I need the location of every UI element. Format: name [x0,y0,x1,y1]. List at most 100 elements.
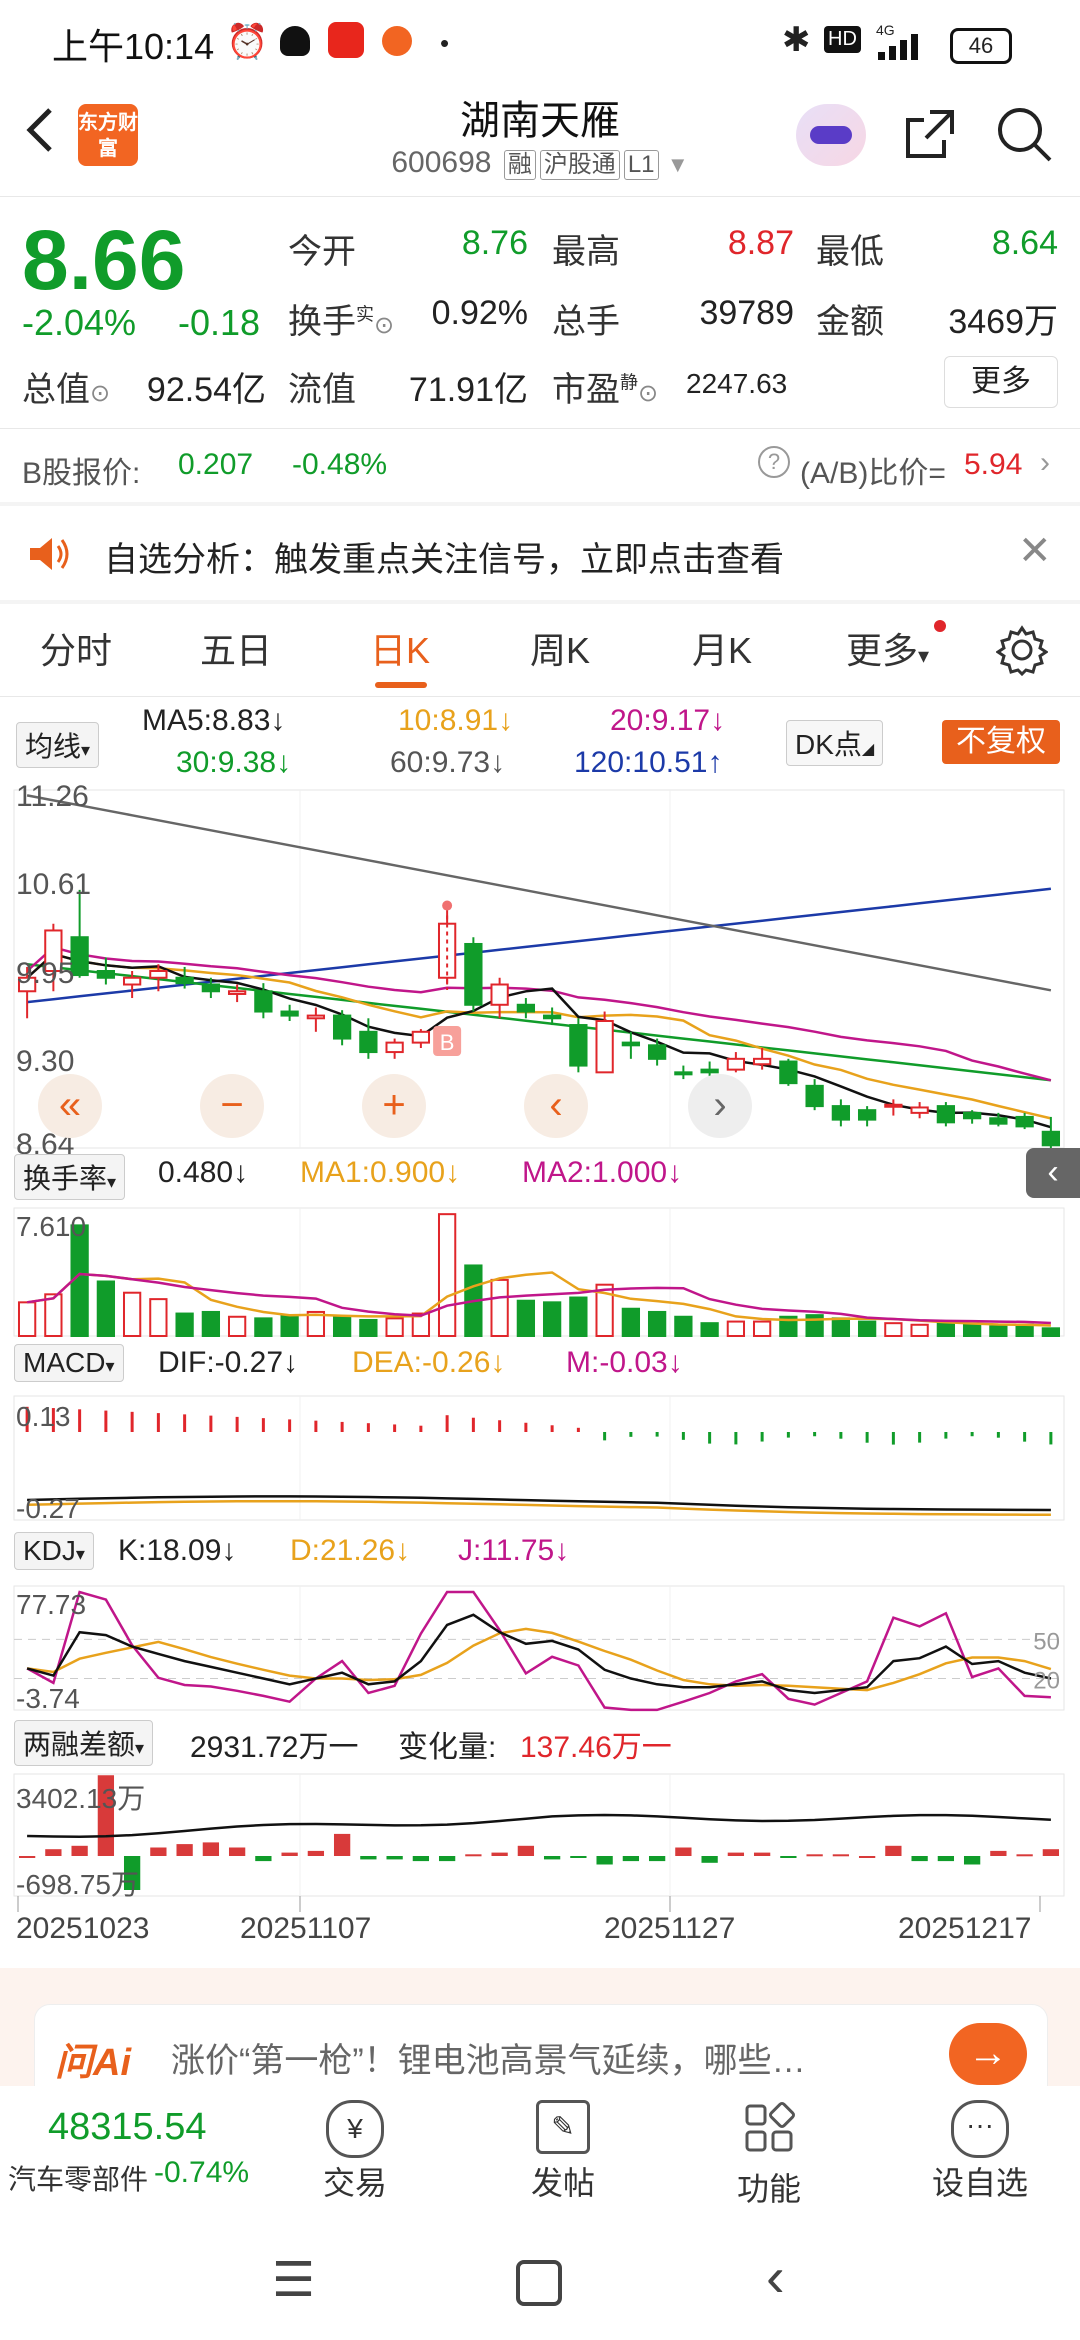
candle-body [884,1103,903,1108]
candle-body [542,1014,562,1020]
turnover-bar [44,1293,63,1337]
scroll-start-button[interactable]: « [38,1074,102,1138]
close-icon[interactable]: ✕ [1018,528,1052,574]
tab-weekly-k[interactable]: 周K [530,622,590,674]
ma120-line [26,887,1052,1004]
turnover-bar [1041,1327,1061,1338]
grid-icon [745,2102,795,2152]
zoom-out-button[interactable]: − [200,1074,264,1138]
margin-change-bar [858,1856,876,1858]
kdj-selector-label: KDJ [23,1535,76,1566]
ma-selector-label: 均线 [25,731,82,762]
kdj-axis-label: 77.73 [16,1589,86,1620]
back-nav-icon[interactable]: ‹ [766,2244,785,2309]
panel-frame [13,1207,1065,1337]
index-name[interactable]: 汽车零部件 [8,2158,148,2198]
candle-body [490,983,509,1006]
stock-code: 600698 [391,146,492,179]
b-share-pct: -0.48% [292,448,388,481]
kdj-selector[interactable]: KDJ▾ [14,1532,94,1570]
kdj-j-line [26,1590,1051,1712]
index-value[interactable]: 48315.54 [48,2106,207,2149]
float-value: 71.91亿 [408,371,528,409]
nav-post[interactable]: ✎ 发帖 [508,2100,618,2204]
active-tab-indicator [375,682,427,688]
pe-label: 市盈静⊙ [552,362,658,411]
status-time: 上午10:14 [52,26,215,67]
collapse-panel-icon[interactable]: ‹ [1026,1148,1080,1198]
high-label: 最高 [552,233,620,271]
scroll-right-button[interactable]: › [688,1074,752,1138]
margin-change-bar [1042,1849,1060,1856]
pe-sup: 静 [620,372,638,393]
info-icon[interactable]: ⊙ [90,380,110,407]
candle-body [280,1010,299,1017]
tag-margin: 融 [503,150,536,180]
tab-more[interactable]: 更多▾ [846,622,929,674]
dot-icon: • [440,28,450,58]
search-icon[interactable] [994,104,1054,164]
margin-change-bar [1016,1854,1033,1857]
tab-monthly-k[interactable]: 月K [692,622,752,674]
macd-selector[interactable]: MACD▾ [14,1344,124,1382]
nav-functions[interactable]: 功能 [714,2100,824,2210]
menu-icon[interactable]: ☰ [272,2252,315,2308]
turnover-ma1: MA1:0.900↓ [300,1156,461,1189]
tag-level: L1 [623,150,659,180]
turnover-bar [936,1322,956,1337]
notice-bar[interactable]: 自选分析：触发重点关注信号，立即点击查看 ✕ [0,506,1080,602]
ma30-text: 30:9.38 [176,746,277,779]
macd-dif: DIF:-0.27↓ [158,1346,299,1379]
turnover-label: 换手实⊙ [288,294,394,343]
margin-change-bar [386,1856,403,1860]
help-icon[interactable]: ? [758,446,790,478]
margin-change-value: 137.46万一 [520,1731,672,1764]
settings-icon[interactable] [996,624,1048,676]
caret-down-icon: ▾ [81,740,91,760]
info-icon[interactable]: ⊙ [638,380,658,407]
total-value-label-text: 总值 [22,371,90,409]
tab-five-day[interactable]: 五日 [200,622,272,674]
margin-change-bar [307,1850,325,1856]
turnover-ma1-text: MA1:0.900 [300,1156,446,1189]
total-value-label: 总值⊙ [22,362,110,411]
share-icon[interactable] [900,104,960,164]
margin-selector[interactable]: 两融差额▾ [14,1720,154,1766]
amount-label: 金额 [816,303,884,341]
assistant-avatar[interactable] [796,104,866,166]
zoom-in-button[interactable]: + [362,1074,426,1138]
index-pct[interactable]: -0.74% [154,2156,249,2190]
tag-connect: 沪股通 [539,150,620,180]
candle-body [752,1057,772,1066]
candle-body [96,970,116,979]
scroll-left-button[interactable]: ‹ [524,1074,588,1138]
candle-body [201,983,221,993]
candle-body [962,1111,982,1120]
ma-selector[interactable]: 均线▾ [16,722,100,768]
dk-point-button[interactable]: DK点◢ [786,720,884,766]
ma5-text: MA5:8.83 [142,704,271,737]
nav-trade[interactable]: ¥ 交易 [300,2100,410,2204]
tab-daily-k[interactable]: 日K [370,622,430,674]
turnover-bar [254,1317,273,1337]
info-icon[interactable]: ⊙ [374,312,394,339]
caret-icon: ◢ [861,741,875,758]
turnover-bar [175,1312,194,1337]
margin-axis-label: -698.75万 [16,1869,139,1900]
nav-add-watchlist[interactable]: ··· 设自选 [920,2100,1040,2204]
turnover-selector[interactable]: 换手率▾ [14,1154,126,1200]
home-icon[interactable] [516,2260,562,2306]
arrow-right-icon[interactable]: → [949,2023,1027,2085]
turnover-current-text: 0.480 [158,1156,234,1189]
b-share-bar[interactable]: B股报价: 0.207 -0.48% ? (A/B)比价= 5.94 › [0,430,1080,500]
turnover-bar [752,1320,772,1337]
chevron-down-icon[interactable]: ▼ [667,152,689,177]
ma60-label: 60:9.73↓ [390,746,506,779]
candle-body [989,1117,1008,1125]
tab-intraday[interactable]: 分时 [40,622,112,674]
turnover-bar [962,1323,982,1338]
caret-down-icon: ▾ [75,1544,85,1564]
restore-rights-button[interactable]: 不复权 [942,720,1060,764]
ma20-label: 20:9.17↓ [610,704,726,737]
more-button[interactable]: 更多 [944,356,1058,408]
